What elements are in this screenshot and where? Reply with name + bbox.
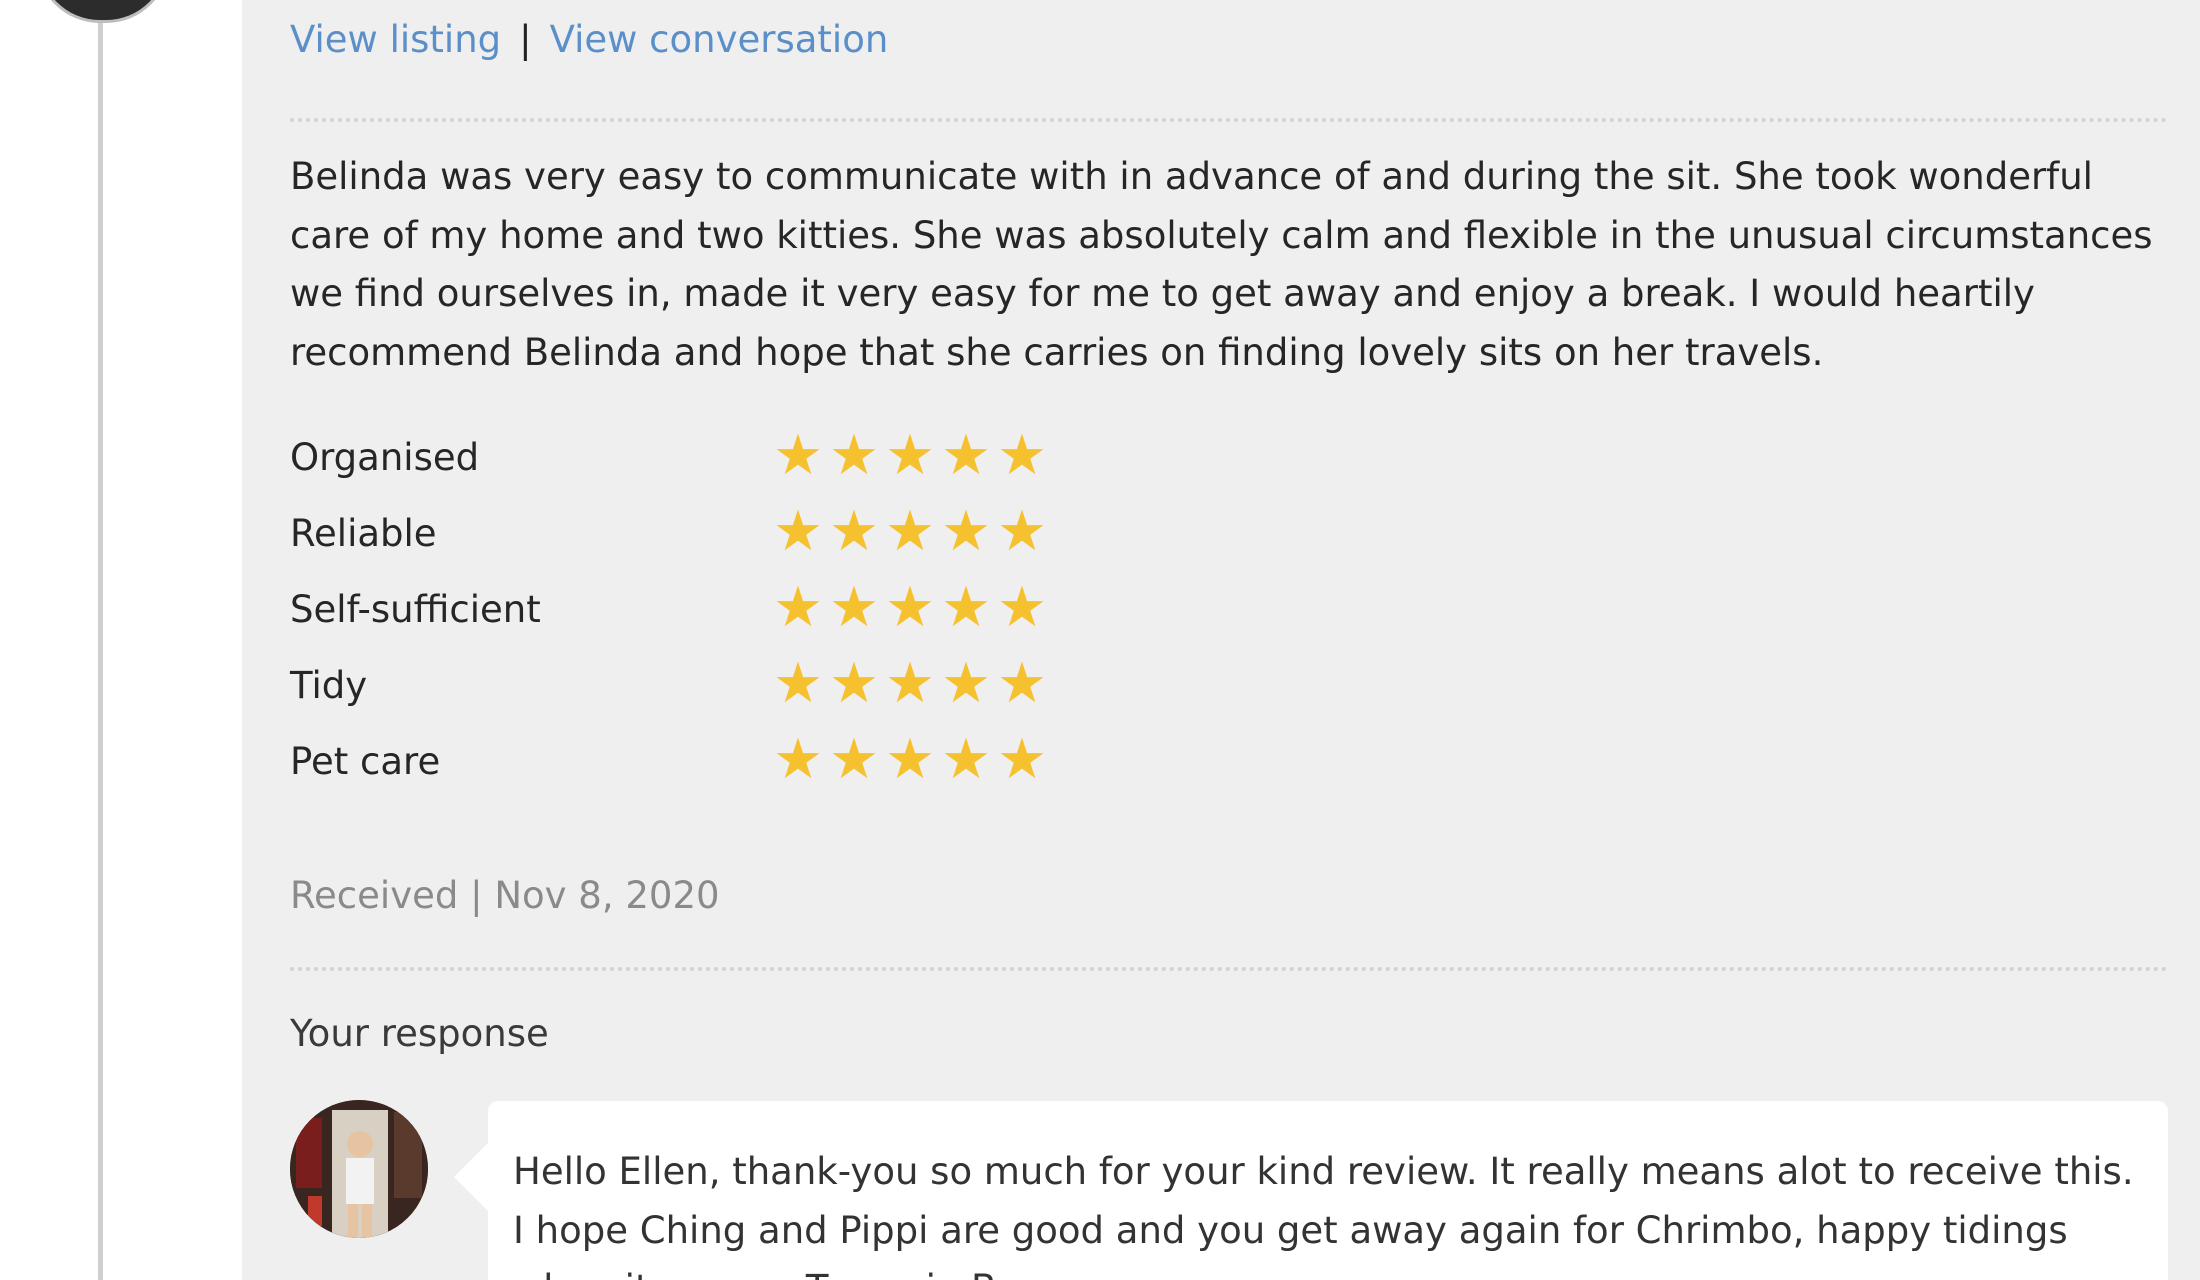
- star-icon: ★: [884, 423, 936, 488]
- rating-stars: ★ ★ ★ ★ ★: [770, 730, 1050, 790]
- view-conversation-link[interactable]: View conversation: [550, 18, 889, 61]
- rating-stars: ★ ★ ★ ★ ★: [770, 654, 1050, 714]
- star-icon: ★: [828, 651, 880, 716]
- response-heading: Your response: [290, 1012, 549, 1055]
- star-icon: ★: [940, 423, 992, 488]
- star-icon: ★: [828, 499, 880, 564]
- divider: [290, 967, 2168, 971]
- star-icon: ★: [772, 423, 824, 488]
- response-bubble: Hello Ellen, thank-you so much for your …: [454, 1101, 2168, 1280]
- star-icon: ★: [828, 727, 880, 792]
- rating-row: Organised ★ ★ ★ ★ ★: [290, 426, 1090, 506]
- star-icon: ★: [772, 651, 824, 716]
- star-icon: ★: [996, 727, 1048, 792]
- rating-stars: ★ ★ ★ ★ ★: [770, 578, 1050, 638]
- ratings-list: Organised ★ ★ ★ ★ ★ Reliable ★ ★ ★ ★ ★ Self-sufficie…: [290, 426, 1090, 810]
- rating-stars: ★ ★ ★ ★ ★: [770, 426, 1050, 486]
- rating-label: Self-sufficient: [290, 588, 541, 631]
- star-icon: ★: [772, 727, 824, 792]
- rating-stars: ★ ★ ★ ★ ★: [770, 502, 1050, 562]
- review-page: View listing | View conversation Belinda w…: [0, 0, 2200, 1280]
- star-icon: ★: [996, 651, 1048, 716]
- response-text: Hello Ellen, thank-you so much for your …: [513, 1150, 2134, 1280]
- rating-row: Tidy ★ ★ ★ ★ ★: [290, 654, 1090, 734]
- star-icon: ★: [940, 575, 992, 640]
- link-separator: |: [519, 18, 532, 61]
- rating-label: Reliable: [290, 512, 437, 555]
- star-icon: ★: [828, 423, 880, 488]
- star-icon: ★: [996, 423, 1048, 488]
- timeline-line: [98, 0, 103, 1280]
- view-listing-link[interactable]: View listing: [290, 18, 501, 61]
- rating-row: Reliable ★ ★ ★ ★ ★: [290, 502, 1090, 582]
- divider: [290, 118, 2168, 122]
- star-icon: ★: [996, 575, 1048, 640]
- star-icon: ★: [884, 651, 936, 716]
- star-icon: ★: [940, 727, 992, 792]
- review-links: View listing | View conversation: [290, 14, 888, 66]
- rating-label: Pet care: [290, 740, 441, 783]
- star-icon: ★: [940, 651, 992, 716]
- responder-avatar: [290, 1100, 428, 1238]
- star-icon: ★: [884, 575, 936, 640]
- received-date: Received | Nov 8, 2020: [290, 874, 720, 917]
- star-icon: ★: [772, 575, 824, 640]
- star-icon: ★: [996, 499, 1048, 564]
- rating-label: Tidy: [290, 664, 368, 707]
- star-icon: ★: [940, 499, 992, 564]
- review-text: Belinda was very easy to communicate wit…: [290, 155, 2153, 374]
- reviewer-avatar: [36, 0, 170, 23]
- star-icon: ★: [884, 727, 936, 792]
- star-icon: ★: [828, 575, 880, 640]
- star-icon: ★: [772, 499, 824, 564]
- rating-row: Pet care ★ ★ ★ ★ ★: [290, 730, 1090, 810]
- star-icon: ★: [884, 499, 936, 564]
- rating-label: Organised: [290, 436, 480, 479]
- rating-row: Self-sufficient ★ ★ ★ ★ ★: [290, 578, 1090, 658]
